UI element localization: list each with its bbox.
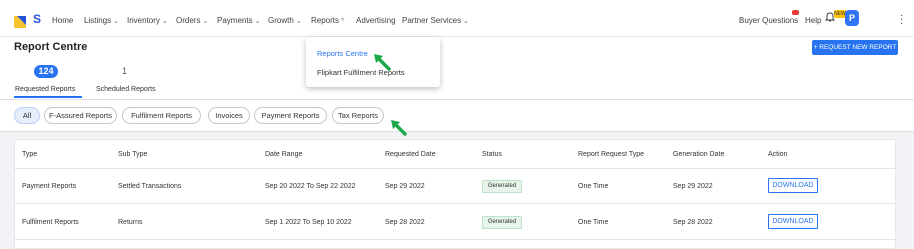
avatar[interactable]: P xyxy=(845,10,859,26)
tab-requested-reports[interactable]: Requested Reports xyxy=(15,86,75,93)
cell-date-range: Sep 1 2022 To Sep 10 2022 xyxy=(265,219,352,226)
cell-generation-date: Sep 28 2022 xyxy=(673,219,713,226)
requested-count-badge: 124 xyxy=(34,65,58,78)
nav-partner-services[interactable]: Partner Services ⌄ xyxy=(402,16,469,25)
status-badge: Generated xyxy=(482,180,522,193)
tab-scheduled-reports[interactable]: Scheduled Reports xyxy=(96,86,156,93)
flipkart-logo-icon[interactable] xyxy=(14,14,30,28)
cell-request-type: One Time xyxy=(578,183,609,190)
chevron-down-icon: ⌄ xyxy=(113,18,119,25)
green-arrow-icon xyxy=(391,120,407,136)
page-title: Report Centre xyxy=(14,41,88,53)
row-divider xyxy=(14,203,896,204)
cell-requested-date: Sep 28 2022 xyxy=(385,219,425,226)
column-header-date-range: Date Range xyxy=(265,151,303,158)
nav-home[interactable]: Home xyxy=(52,16,73,25)
nav-growth[interactable]: Growth ⌄ xyxy=(268,16,302,25)
column-header-type: Type xyxy=(22,151,38,158)
chevron-down-icon: ⌄ xyxy=(463,18,470,25)
download-button[interactable]: DOWNLOAD xyxy=(768,214,818,229)
download-button[interactable]: DOWNLOAD xyxy=(768,178,818,193)
filter-chip-all[interactable]: All xyxy=(14,107,40,124)
chevron-down-icon: ⌄ xyxy=(202,18,209,25)
kebab-icon[interactable]: · · · xyxy=(900,11,903,29)
filter-chip-fulfilment[interactable]: Fulfilment Reports xyxy=(122,107,201,124)
status-badge: Generated xyxy=(482,216,522,229)
brand-logo-text[interactable]: S xyxy=(33,12,41,26)
filter-chip-tax[interactable]: Tax Reports xyxy=(332,107,384,124)
cell-sub-type: Returns xyxy=(118,219,143,226)
column-header-generation-date: Generation Date xyxy=(673,151,725,158)
nav-listings[interactable]: Listings ⌄ xyxy=(84,16,119,25)
cell-date-range: Sep 20 2022 To Sep 22 2022 xyxy=(265,183,356,190)
chevron-down-icon: ⌄ xyxy=(254,18,261,25)
column-header-request-type: Report Request Type xyxy=(578,151,645,158)
nav-inventory[interactable]: Inventory ⌄ xyxy=(127,16,168,25)
filter-chip-f-assured[interactable]: F-Assured Reports xyxy=(44,107,117,124)
scheduled-count: 1 xyxy=(122,66,128,76)
top-navigation: S Home Listings ⌄ Inventory ⌄ Orders ⌄ Paym… xyxy=(0,0,914,37)
chevron-down-icon: ⌄ xyxy=(161,18,168,25)
filter-chip-invoices[interactable]: Invoices xyxy=(208,107,250,124)
row-divider xyxy=(14,168,896,169)
chevron-up-icon: ^ xyxy=(341,18,345,25)
notification-dot xyxy=(792,10,799,15)
menu-item-reports-centre[interactable]: Reports Centre xyxy=(317,49,368,58)
request-new-report-button[interactable]: + REQUEST NEW REPORT xyxy=(812,40,898,55)
column-header-sub-type: Sub Type xyxy=(118,151,148,158)
nav-orders[interactable]: Orders ⌄ xyxy=(176,16,208,25)
cell-request-type: One Time xyxy=(578,219,609,226)
active-tab-indicator xyxy=(14,96,82,98)
help-link[interactable]: Help xyxy=(805,16,821,25)
row-divider xyxy=(14,239,896,240)
nav-payments[interactable]: Payments ⌄ xyxy=(217,16,260,25)
cell-type: Fulfilment Reports xyxy=(22,219,79,226)
column-header-status: Status xyxy=(482,151,502,158)
cell-generation-date: Sep 29 2022 xyxy=(673,183,713,190)
cell-type: Payment Reports xyxy=(22,183,77,190)
column-header-requested-date: Requested Date xyxy=(385,151,436,158)
nav-reports[interactable]: Reports ^ xyxy=(311,16,344,25)
buyer-questions-link[interactable]: Buyer Questions xyxy=(739,16,798,25)
nav-advertising[interactable]: Advertising xyxy=(356,16,396,25)
filter-chip-payment[interactable]: Payment Reports xyxy=(254,107,327,124)
green-arrow-icon xyxy=(374,54,391,71)
column-header-action: Action xyxy=(768,151,788,158)
chevron-down-icon: ⌄ xyxy=(295,18,302,25)
cell-requested-date: Sep 29 2022 xyxy=(385,183,425,190)
cell-sub-type: Settled Transactions xyxy=(118,183,182,190)
